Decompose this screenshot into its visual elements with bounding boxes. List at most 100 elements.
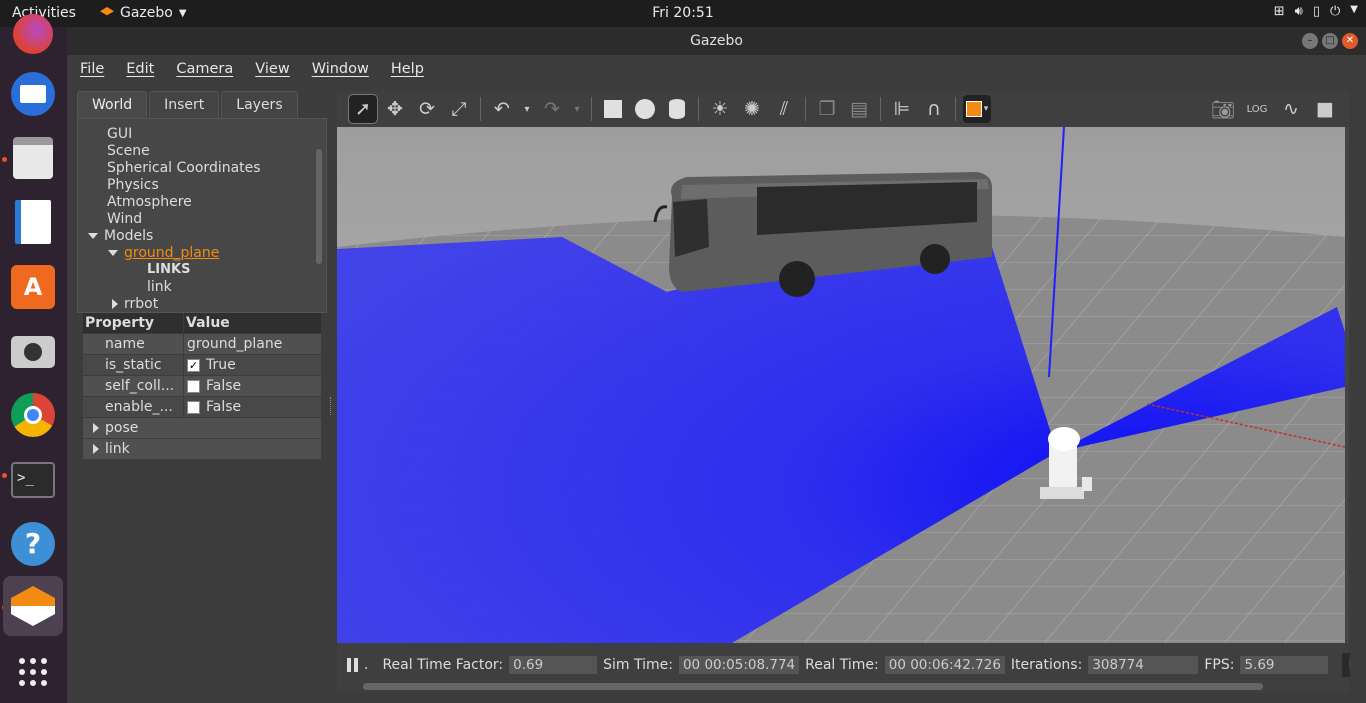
help-icon[interactable]: ?: [8, 519, 58, 569]
tree-item-links-header: LINKS: [147, 262, 191, 277]
tree-item-wind[interactable]: Wind: [107, 211, 142, 227]
expand-arrow-icon[interactable]: [108, 250, 118, 256]
tab-world[interactable]: World: [77, 91, 148, 118]
point-light-icon[interactable]: ☀: [706, 95, 734, 123]
align-icon[interactable]: ⊫: [888, 95, 916, 123]
tree-item-models[interactable]: Models: [88, 228, 153, 244]
prop-value-name[interactable]: ground_plane: [187, 334, 282, 354]
left-panel: World Insert Layers GUI Scene Spherical …: [77, 91, 327, 693]
ground-plane-label: ground_plane: [124, 245, 220, 261]
view-angle-icon[interactable]: ▾: [963, 95, 991, 123]
prop-key-name: name: [83, 334, 183, 354]
link-group-label: link: [105, 441, 130, 457]
tree-item-link[interactable]: link: [147, 279, 172, 295]
status-bar: . Real Time Factor: 0.69 Sim Time: 00 00…: [337, 643, 1366, 693]
gazebo-small-icon: [100, 7, 114, 16]
fps-label: FPS:: [1204, 657, 1235, 673]
enable-wind-checkbox[interactable]: [187, 400, 200, 414]
gazebo-window: Gazebo – □ ✕ File Edit Camera View Windo…: [67, 27, 1366, 703]
viewport-frame: ➚ ✥ ⟳ ⤢ ↶ ▾ ↷ ▾ ☀ ✺ ⫽ ❐ ▤ ⊫ ∩ ▾ 📷︎ LOG ∿…: [337, 91, 1366, 693]
menu-file[interactable]: File: [80, 61, 104, 77]
prop-key-is-static: is_static: [83, 355, 183, 375]
files-icon[interactable]: [8, 133, 58, 183]
tree-item-gui[interactable]: GUI: [107, 126, 132, 142]
app-menu[interactable]: Gazebo ▼: [100, 5, 187, 21]
screenshot-icon[interactable]: 📷︎: [1209, 95, 1237, 123]
apps-grid-icon[interactable]: [8, 647, 58, 697]
top-bar: Activities Gazebo ▼ Fri 20:51 ⊞ 🔊︎ ▯ ⏻ ▼: [0, 0, 1366, 27]
step-dot[interactable]: .: [364, 657, 368, 673]
gazebo-icon[interactable]: [3, 576, 63, 636]
prop-value-is-static: True: [206, 357, 236, 373]
tree-scrollbar[interactable]: [316, 149, 322, 264]
copy-icon[interactable]: ❐: [813, 95, 841, 123]
tab-layers[interactable]: Layers: [221, 91, 298, 118]
video-record-icon[interactable]: ■: [1311, 95, 1339, 123]
expand-arrow-icon[interactable]: [112, 299, 118, 309]
menu-view[interactable]: View: [255, 61, 289, 77]
chevron-down-icon: ▼: [1350, 4, 1358, 15]
tree-item-spherical[interactable]: Spherical Coordinates: [107, 160, 261, 176]
undo-icon[interactable]: ↶: [488, 95, 516, 123]
tree-item-atmosphere[interactable]: Atmosphere: [107, 194, 192, 210]
maximize-button[interactable]: □: [1322, 33, 1338, 49]
prop-group-pose[interactable]: pose: [83, 418, 321, 439]
prop-group-link[interactable]: link: [83, 439, 321, 460]
writer-icon[interactable]: [8, 197, 58, 247]
menu-camera[interactable]: Camera: [176, 61, 233, 77]
menu-window[interactable]: Window: [312, 61, 369, 77]
firefox-icon[interactable]: [8, 9, 58, 59]
clock[interactable]: Fri 20:51: [652, 5, 713, 21]
tree-item-ground-plane[interactable]: ground_plane: [108, 245, 219, 261]
plot-icon[interactable]: ∿: [1277, 95, 1305, 123]
sphere-shape-icon[interactable]: [631, 95, 659, 123]
terminal-icon[interactable]: >_: [8, 455, 58, 505]
horizontal-scrollbar[interactable]: [363, 683, 1263, 690]
value-header: Value: [183, 313, 321, 333]
chrome-icon[interactable]: [8, 390, 58, 440]
log-icon[interactable]: LOG: [1243, 95, 1271, 123]
redo-history-chevron-icon[interactable]: ▾: [570, 95, 584, 123]
directional-light-icon[interactable]: ⫽: [770, 95, 798, 123]
tab-insert[interactable]: Insert: [149, 91, 220, 118]
thunderbird-icon[interactable]: [8, 69, 58, 119]
minimize-button[interactable]: –: [1302, 33, 1318, 49]
cylinder-shape-icon[interactable]: [663, 95, 691, 123]
prop-value-self-collide: False: [206, 378, 242, 394]
box-shape-icon[interactable]: [599, 95, 627, 123]
panel-splitter[interactable]: [330, 397, 332, 415]
menu-help[interactable]: Help: [391, 61, 424, 77]
prop-key-enable-wind: enable_...: [83, 397, 183, 417]
select-mode-icon[interactable]: ➚: [348, 94, 378, 124]
tree-item-rrbot[interactable]: rrbot: [112, 296, 158, 312]
snap-icon[interactable]: ∩: [920, 95, 948, 123]
scene-render[interactable]: [337, 127, 1345, 643]
3d-scene[interactable]: [337, 127, 1345, 643]
self-collide-checkbox[interactable]: [187, 379, 200, 393]
rotate-mode-icon[interactable]: ⟳: [413, 95, 441, 123]
prop-value-enable-wind: False: [206, 399, 242, 415]
title-bar[interactable]: Gazebo – □ ✕: [67, 27, 1366, 55]
expand-arrow-icon[interactable]: [88, 233, 98, 239]
redo-icon[interactable]: ↷: [538, 95, 566, 123]
pause-icon[interactable]: [347, 658, 358, 672]
camera-icon[interactable]: [8, 327, 58, 377]
spot-light-icon[interactable]: ✺: [738, 95, 766, 123]
scale-mode-icon[interactable]: ⤢: [445, 95, 473, 123]
software-icon[interactable]: A: [8, 262, 58, 312]
rtf-label: Real Time Factor:: [382, 657, 504, 673]
is-static-checkbox[interactable]: ✓: [187, 358, 200, 372]
battery-icon: ▯: [1312, 4, 1320, 19]
close-button[interactable]: ✕: [1342, 33, 1358, 49]
property-table: Property Value name ground_plane is_stat…: [83, 313, 321, 460]
menu-edit[interactable]: Edit: [126, 61, 154, 77]
undo-history-chevron-icon[interactable]: ▾: [520, 95, 534, 123]
translate-mode-icon[interactable]: ✥: [381, 95, 409, 123]
power-icon: ⏻: [1330, 4, 1341, 19]
tree-item-physics[interactable]: Physics: [107, 177, 159, 193]
system-tray[interactable]: ⊞ 🔊︎ ▯ ⏻ ▼: [1274, 4, 1358, 19]
tree-item-scene[interactable]: Scene: [107, 143, 150, 159]
right-panel-handle[interactable]: [1350, 91, 1366, 693]
paste-icon[interactable]: ▤: [845, 95, 873, 123]
rrbot-label: rrbot: [124, 296, 159, 312]
